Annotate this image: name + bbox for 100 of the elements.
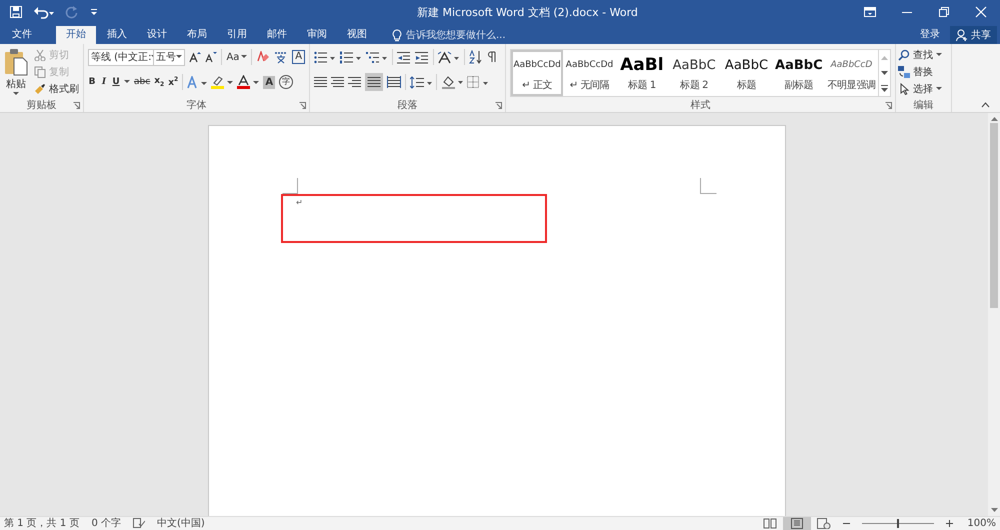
- enclose-characters-button[interactable]: 字: [279, 75, 294, 89]
- person-icon: [956, 29, 968, 41]
- format-button[interactable]: U: [112, 77, 120, 87]
- sign-in-link[interactable]: 登录: [914, 26, 946, 44]
- word-count[interactable]: 0 个字: [91, 518, 121, 530]
- style-item[interactable]: AaBbC 标题 2: [668, 50, 720, 96]
- show-marks-icon[interactable]: [487, 50, 497, 64]
- line-spacing-icon[interactable]: [410, 76, 432, 88]
- text-effects-icon[interactable]: [187, 76, 208, 88]
- decrease-indent-icon[interactable]: [397, 50, 411, 64]
- ribbon-tab[interactable]: 审阅: [298, 26, 336, 44]
- language-indicator[interactable]: 中文(中国): [157, 518, 205, 530]
- group-label: 样式: [690, 98, 710, 112]
- caret-icon: [176, 55, 182, 59]
- restore-icon[interactable]: [937, 6, 951, 18]
- bullets-icon[interactable]: [314, 50, 336, 64]
- font-name-field[interactable]: 等线 (中文正:: [88, 48, 154, 66]
- collapse-ribbon-icon[interactable]: [981, 102, 990, 108]
- grow-font-icon[interactable]: [189, 51, 202, 63]
- highlighter-icon[interactable]: [211, 75, 234, 89]
- scroll-down-icon[interactable]: [990, 508, 998, 513]
- select-icon: [898, 83, 910, 95]
- group-label: 编辑: [914, 98, 934, 112]
- increase-indent-icon[interactable]: [415, 50, 429, 64]
- replace-button[interactable]: 替换: [898, 64, 949, 80]
- style-item[interactable]: AaBbCcDd ↵ 无间隔: [563, 50, 616, 96]
- paintbrush-button[interactable]: 格式刷: [34, 81, 79, 97]
- file-tab[interactable]: 文件: [0, 26, 44, 44]
- read-mode-icon[interactable]: [763, 518, 778, 529]
- scrollbar-thumb[interactable]: [990, 123, 998, 308]
- ribbon-tab[interactable]: 引用: [218, 26, 256, 44]
- chinese-layout-icon[interactable]: [438, 50, 460, 64]
- ribbon-tab[interactable]: 邮件: [258, 26, 296, 44]
- zoom-out-icon[interactable]: [843, 520, 850, 527]
- tell-me-field[interactable]: 告诉我您想要做什么...: [392, 26, 506, 44]
- ribbon-tab[interactable]: 插入: [98, 26, 136, 44]
- lightbulb-icon: [392, 28, 402, 42]
- format-button[interactable]: I: [100, 77, 108, 87]
- undo-icon[interactable]: [33, 5, 55, 19]
- clear-formatting-icon[interactable]: [256, 50, 270, 64]
- more-icon[interactable]: [880, 84, 889, 92]
- format-button[interactable]: B: [88, 77, 96, 87]
- ribbon-tab[interactable]: 开始: [56, 26, 96, 44]
- scroll-down-icon[interactable]: [880, 70, 889, 76]
- dialog-launcher-icon[interactable]: [495, 102, 502, 109]
- zoom-level[interactable]: 100%: [967, 518, 996, 530]
- paste-button[interactable]: 粘贴: [4, 47, 28, 98]
- page-count[interactable]: 第 1 页，共 1 页: [4, 518, 80, 530]
- numbering-icon[interactable]: [340, 50, 362, 64]
- scroll-up-icon[interactable]: [990, 116, 998, 121]
- paragraph-mark: ↵: [296, 198, 303, 207]
- align-right-icon[interactable]: [348, 76, 361, 88]
- justify-icon[interactable]: [365, 73, 383, 91]
- caret-icon: [936, 53, 942, 57]
- borders-icon[interactable]: [467, 76, 489, 88]
- change-case-button[interactable]: Aa: [226, 52, 248, 62]
- font-size-field[interactable]: 五号: [153, 48, 186, 66]
- zoom-slider-thumb[interactable]: [897, 519, 900, 528]
- web-layout-icon[interactable]: [817, 518, 832, 529]
- window-title: 新建 Microsoft Word 文档 (2).docx - Word: [416, 4, 639, 20]
- group-label: 剪贴板: [26, 98, 56, 112]
- style-item[interactable]: AaBbC 标题: [720, 50, 773, 96]
- phonetic-guide-icon[interactable]: [274, 50, 288, 64]
- save-icon[interactable]: [9, 5, 23, 19]
- print-layout-button[interactable]: [783, 517, 812, 530]
- share-button[interactable]: 共享: [950, 26, 997, 44]
- margin-mark-icon: [700, 178, 717, 194]
- multilevel-list-icon[interactable]: [366, 50, 388, 64]
- shrink-font-icon[interactable]: [205, 51, 218, 63]
- style-item[interactable]: AaBbCcDd ↵ 正文: [511, 50, 564, 96]
- caret-icon[interactable]: [124, 80, 130, 84]
- distributed-icon[interactable]: [387, 76, 401, 88]
- proofing-icon[interactable]: [133, 518, 145, 529]
- format-button[interactable]: abc: [134, 77, 150, 87]
- dialog-launcher-icon[interactable]: [299, 102, 306, 109]
- paintbrush-icon: [34, 83, 46, 95]
- ribbon-display-icon[interactable]: [863, 6, 877, 18]
- character-border-button[interactable]: A: [292, 50, 305, 64]
- sort-icon[interactable]: [469, 50, 483, 64]
- zoom-in-icon[interactable]: [946, 520, 954, 527]
- ribbon-tab[interactable]: 设计: [138, 26, 176, 44]
- search-button[interactable]: 查找: [898, 47, 949, 63]
- align-center-icon[interactable]: [331, 76, 344, 88]
- style-item[interactable]: AaBl 标题 1: [616, 50, 668, 96]
- select-button[interactable]: 选择: [898, 81, 949, 97]
- ribbon-tab[interactable]: 布局: [178, 26, 216, 44]
- font-color-icon[interactable]: [237, 75, 260, 89]
- margin-mark-icon: [282, 178, 298, 194]
- character-shading-button[interactable]: A: [263, 76, 276, 88]
- dialog-launcher-icon[interactable]: [73, 102, 80, 109]
- format-button[interactable]: x$_{2}$: [154, 76, 164, 88]
- style-item[interactable]: AaBbCcD 不明显强调: [824, 50, 878, 96]
- shading-icon[interactable]: [441, 75, 463, 89]
- style-item[interactable]: AaBbC 副标题: [772, 50, 825, 96]
- dialog-launcher-icon[interactable]: [885, 102, 892, 109]
- format-button[interactable]: x$^{2}$: [168, 76, 178, 88]
- close-icon[interactable]: [974, 6, 988, 18]
- align-left-icon[interactable]: [314, 76, 327, 88]
- vertical-scrollbar[interactable]: [988, 113, 1000, 516]
- ribbon-tab[interactable]: 视图: [338, 26, 376, 44]
